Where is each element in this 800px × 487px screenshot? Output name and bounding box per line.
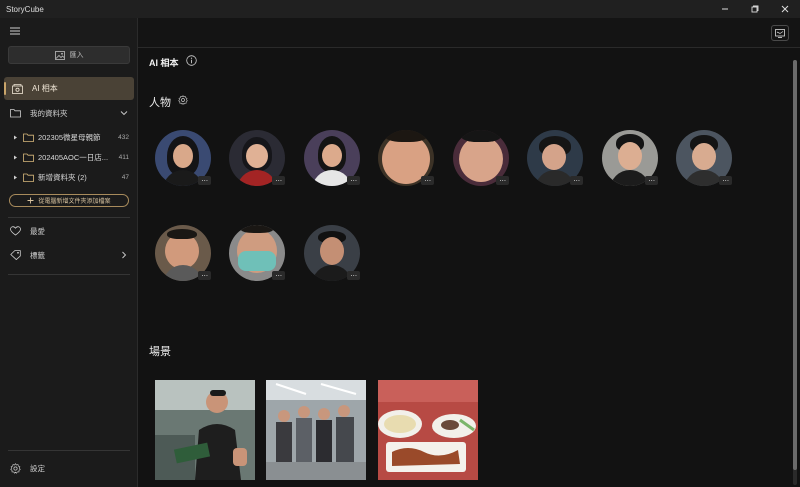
scrollbar[interactable] [793,60,797,485]
scene-thumbnail [155,380,255,480]
minimize-button[interactable] [710,0,740,18]
triangle-right-icon[interactable] [13,155,18,160]
info-icon[interactable] [186,55,197,66]
hamburger-icon[interactable] [9,25,21,37]
person-more-button[interactable]: ··· [496,176,509,185]
import-button[interactable]: 匯入 [8,46,130,64]
person-card[interactable]: ··· [304,130,360,186]
person-card[interactable]: ··· [602,130,658,186]
folder-icon [10,109,21,118]
heart-icon [10,226,21,236]
main-content: AI 相本 人物 ··· ··· ··· ··· ··· ··· ··· ···… [138,18,800,487]
person-card[interactable]: ··· [229,225,285,281]
scrollbar-thumb[interactable] [793,60,797,470]
add-folder-button[interactable]: 從電腦新增文件夾添加檔案 [9,194,129,207]
sidebar-item-label: 最愛 [30,226,45,236]
folder-icon [23,133,34,142]
person-card[interactable]: ··· [229,130,285,186]
person-more-button[interactable]: ··· [347,176,360,185]
person-more-button[interactable]: ··· [347,271,360,280]
scenes-section-title: 場景 [149,346,171,358]
tag-icon [10,250,21,260]
person-card[interactable]: ··· [527,130,583,186]
gear-icon [10,462,21,474]
folder-count: 411 [118,153,129,161]
restore-button[interactable] [740,0,770,18]
person-card[interactable]: ··· [378,130,434,186]
divider [8,450,130,451]
sidebar-item-ai-album[interactable]: AI 相本 [4,77,134,100]
person-card[interactable]: ··· [453,130,509,186]
folder-name: 202405AOC一日店... [38,152,109,162]
slideshow-button[interactable] [771,25,789,41]
person-more-button[interactable]: ··· [645,176,658,185]
sidebar-item-my-library[interactable]: 我的資料夾 [0,104,138,122]
folder-icon [23,173,34,182]
selected-indicator [4,82,6,95]
person-card[interactable]: ··· [676,130,732,186]
sidebar-item-label: AI 相本 [32,84,58,93]
person-more-button[interactable]: ··· [570,176,583,185]
gear-icon[interactable] [178,95,188,105]
album-icon [12,83,23,94]
close-icon [781,5,789,13]
minimize-icon [722,8,728,10]
sidebar-item-label: 設定 [30,463,45,473]
person-card[interactable]: ··· [155,225,211,281]
triangle-right-icon[interactable] [13,175,18,180]
folder-count: 47 [121,173,129,181]
window-controls [710,0,800,18]
import-label: 匯入 [69,52,84,59]
person-more-button[interactable]: ··· [198,176,211,185]
sidebar-item-tags[interactable]: 標籤 [0,246,138,264]
chevron-down-icon[interactable] [120,109,128,117]
folder-item[interactable]: 新增資料夾 (2) 47 [0,169,138,185]
scene-thumbnail [378,380,478,480]
folder-icon [23,153,34,162]
sidebar-item-label: 我的資料夾 [30,108,68,118]
triangle-right-icon[interactable] [13,135,18,140]
person-card[interactable]: ··· [304,225,360,281]
sidebar-item-favorites[interactable]: 最愛 [0,222,138,240]
chevron-right-icon[interactable] [120,251,128,259]
folder-count: 432 [118,133,129,141]
scene-thumbnail [266,380,366,480]
sidebar-item-settings[interactable]: 設定 [0,459,138,477]
sidebar-item-label: 標籤 [30,250,45,260]
scene-card[interactable] [378,380,478,480]
close-button[interactable] [770,0,800,18]
add-folder-label: 從電腦新增文件夾添加檔案 [38,199,111,205]
scene-card[interactable] [266,380,366,480]
main-toolbar [138,18,800,48]
app-title: StoryCube [6,4,44,14]
slideshow-icon [775,28,785,38]
image-icon [54,50,65,60]
person-card[interactable]: ··· [155,130,211,186]
page-title: AI 相本 [149,58,179,68]
folder-item[interactable]: 202305微星母親節 432 [0,129,138,145]
divider [8,274,130,275]
scene-card[interactable] [155,380,255,480]
person-more-button[interactable]: ··· [719,176,732,185]
plus-icon [27,197,34,204]
divider [8,217,130,218]
folder-name: 新增資料夾 (2) [38,172,87,182]
person-more-button[interactable]: ··· [421,176,434,185]
sidebar: 匯入 AI 相本 我的資料夾 202305微星母親節 432 202405AOC… [0,18,138,487]
folder-item[interactable]: 202405AOC一日店... 411 [0,149,138,165]
person-more-button[interactable]: ··· [272,271,285,280]
restore-icon [751,5,759,13]
title-bar: StoryCube [0,0,800,18]
people-section-title: 人物 [149,97,171,109]
person-more-button[interactable]: ··· [198,271,211,280]
folder-name: 202305微星母親節 [38,132,101,142]
person-more-button[interactable]: ··· [272,176,285,185]
